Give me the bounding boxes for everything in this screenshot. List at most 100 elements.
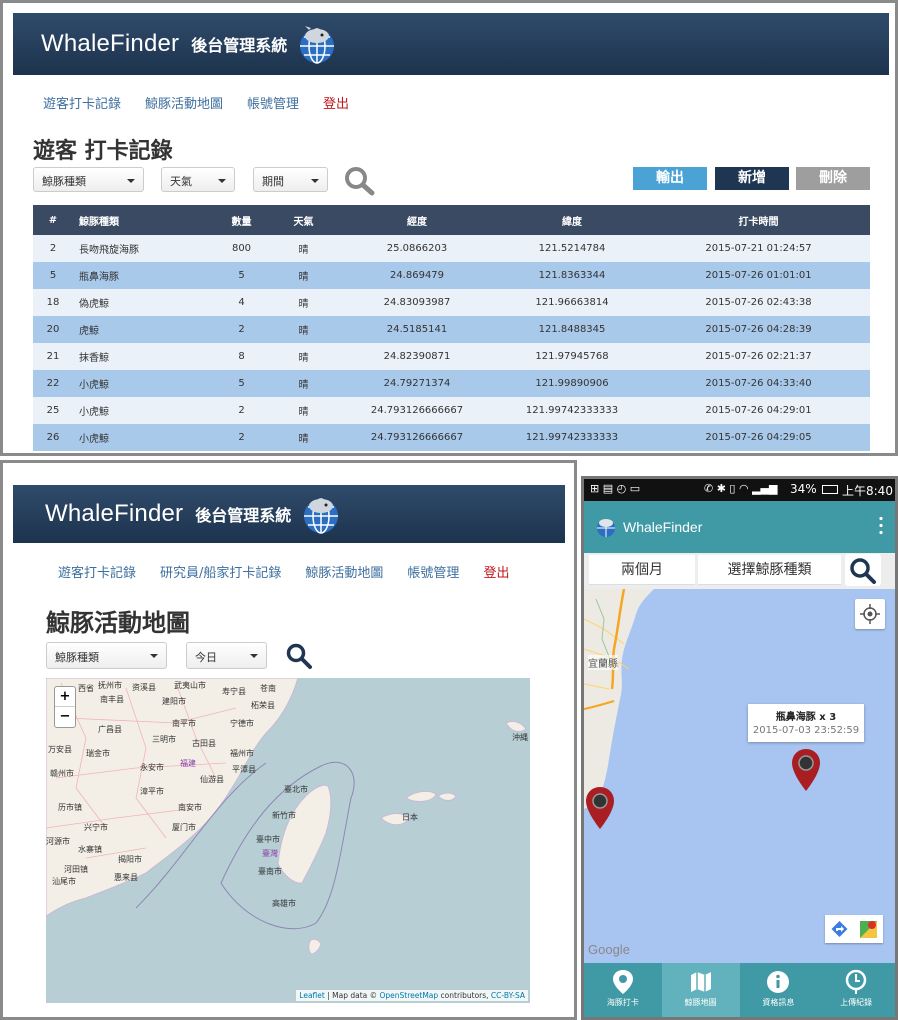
map-place-label: 武夷山市: [174, 681, 206, 690]
add-button[interactable]: 新增: [715, 167, 789, 190]
nav-visitor-checkins[interactable]: 遊客打卡記錄: [58, 562, 136, 581]
nav-account-management[interactable]: 帳號管理: [407, 562, 459, 581]
col-count[interactable]: 數量: [213, 205, 270, 235]
period-select[interactable]: 期間: [253, 167, 328, 192]
table-cell: 小虎鯨: [73, 397, 213, 424]
table-cell: 2: [213, 397, 270, 424]
table-row[interactable]: 2 長吻飛旋海豚 800 晴 25.0866203 121.5214784 2015-07-…: [33, 235, 870, 262]
table-row[interactable]: 22 小虎鯨 5 晴 24.79271374 121.99890906 2015-07-26…: [33, 370, 870, 397]
table-cell: 18: [33, 289, 73, 316]
brand-name[interactable]: WhaleFinder: [41, 30, 179, 58]
google-maps-icon[interactable]: [854, 915, 883, 943]
table-row[interactable]: 21 抹香鯨 8 晴 24.82390871 121.97945768 2015-07-26…: [33, 343, 870, 370]
tab-checkin[interactable]: 海豚打卡: [584, 963, 662, 1017]
nav-researcher-checkins[interactable]: 研究員/船家打卡記錄: [160, 562, 281, 581]
nav-visitor-checkins[interactable]: 遊客打卡記錄: [43, 93, 121, 112]
col-weather[interactable]: 天氣: [270, 205, 337, 235]
license-link[interactable]: CC-BY-SA: [491, 991, 525, 1000]
col-index[interactable]: #: [33, 205, 73, 235]
nav-logout[interactable]: 登出: [483, 562, 509, 581]
map-place-label: 沖縄: [512, 733, 528, 742]
map-place-label: 万安县: [48, 745, 72, 754]
table-cell: 2015-07-26 01:01:01: [647, 262, 870, 289]
table-cell: 24.793126666667: [337, 397, 497, 424]
table-cell: 晴: [270, 262, 337, 289]
directions-icon[interactable]: [825, 915, 854, 943]
search-icon[interactable]: [344, 166, 376, 196]
table-cell: 24.869479: [337, 262, 497, 289]
battery-icon: [822, 485, 838, 494]
table-cell: 5: [213, 370, 270, 397]
map-place-label: 西省: [78, 684, 94, 693]
map-place-label: 永安市: [140, 763, 164, 772]
android-status-bar: ⊞ ▤ ◴ ▭ ✆ ✱ ▯ ◠ ▂▄▆ 34% 上午8:40: [584, 479, 895, 501]
date-select[interactable]: 今日: [186, 642, 267, 669]
leaflet-map[interactable]: 西省 抚州市 资溪县 武夷山市 寿宁县 苍南 南丰县 建阳市 柘荣县 广昌县 南平市 宁德市 三明市 古田…: [46, 678, 530, 1003]
species-select[interactable]: 鯨豚種類: [33, 167, 144, 192]
map-place-label: 三明市: [152, 735, 176, 744]
col-latitude[interactable]: 緯度: [497, 205, 647, 235]
leaflet-link[interactable]: Leaflet: [299, 991, 325, 1000]
table-cell: 24.793126666667: [337, 424, 497, 451]
osm-link[interactable]: OpenStreetMap: [380, 991, 439, 1000]
search-icon[interactable]: [285, 642, 313, 670]
map-place-label: 南丰县: [100, 695, 124, 704]
tab-label: 鯨豚地圖: [684, 998, 717, 1007]
table-cell: 長吻飛旋海豚: [73, 235, 213, 262]
map-place-label: 南安市: [178, 803, 202, 812]
mobile-app-panel: ⊞ ▤ ◴ ▭ ✆ ✱ ▯ ◠ ▂▄▆ 34% 上午8:40 WhaleFind…: [581, 476, 898, 1020]
nav-activity-map[interactable]: 鯨豚活動地圖: [305, 562, 383, 581]
zoom-in-button[interactable]: +: [55, 687, 75, 707]
map-place-label: 河田镇: [64, 865, 88, 874]
table-row[interactable]: 26 小虎鯨 2 晴 24.793126666667 121.99742333333 201…: [33, 424, 870, 451]
map-place-label: 揭阳市: [118, 855, 142, 864]
table-row[interactable]: 18 偽虎鯨 4 晴 24.83093987 121.96663814 2015-07-26…: [33, 289, 870, 316]
overflow-menu-icon[interactable]: [879, 515, 883, 535]
google-map[interactable]: 宜蘭縣 瓶鼻海豚 x 3 2015-07-03 23:52:59 Google: [584, 589, 895, 963]
table-row[interactable]: 20 虎鯨 2 晴 24.5185141 121.8488345 2015-07-26 04…: [33, 316, 870, 343]
nav-activity-map[interactable]: 鯨豚活動地圖: [145, 93, 223, 112]
map-marker-pin[interactable]: [584, 785, 616, 831]
table-cell: 2: [213, 424, 270, 451]
google-logo: Google: [588, 942, 630, 957]
table-header-row: # 鯨豚種類 數量 天氣 經度 緯度 打卡時間: [33, 205, 870, 235]
table-cell: 121.99742333333: [497, 424, 647, 451]
species-filter-button[interactable]: 選擇鯨豚種類: [698, 555, 841, 585]
table-row[interactable]: 5 瓶鼻海豚 5 晴 24.869479 121.8363344 2015-07-26 01…: [33, 262, 870, 289]
tab-map[interactable]: 鯨豚地圖: [661, 963, 740, 1017]
map-place-label: 厦门市: [172, 823, 196, 832]
table-cell: 5: [33, 262, 73, 289]
whale-globe-logo: [300, 26, 335, 64]
map-marker-pin[interactable]: [790, 747, 822, 793]
export-button[interactable]: 輸出: [633, 167, 707, 190]
crosshair-icon: [860, 604, 880, 624]
species-select[interactable]: 鯨豚種類: [46, 642, 167, 669]
weather-select[interactable]: 天氣: [161, 167, 235, 192]
col-species[interactable]: 鯨豚種類: [73, 205, 213, 235]
table-cell: 800: [213, 235, 270, 262]
nav-logout[interactable]: 登出: [323, 93, 349, 112]
search-icon[interactable]: [845, 554, 881, 586]
brand-name[interactable]: WhaleFinder: [45, 500, 183, 528]
table-row[interactable]: 25 小虎鯨 2 晴 24.793126666667 121.99742333333 201…: [33, 397, 870, 424]
table-cell: 2: [213, 316, 270, 343]
table-cell: 2015-07-26 04:33:40: [647, 370, 870, 397]
delete-button[interactable]: 刪除: [796, 167, 870, 190]
map-place-label: 河源市: [46, 837, 70, 846]
map-place-label: 瑞金市: [86, 749, 110, 758]
col-checkin-time[interactable]: 打卡時間: [647, 205, 870, 235]
table-cell: 24.82390871: [337, 343, 497, 370]
table-cell: 121.8488345: [497, 316, 647, 343]
my-location-button[interactable]: [855, 599, 885, 629]
marker-info-window[interactable]: 瓶鼻海豚 x 3 2015-07-03 23:52:59: [748, 704, 864, 742]
period-filter-button[interactable]: 兩個月: [589, 555, 695, 585]
table-cell: 20: [33, 316, 73, 343]
tab-info[interactable]: 資格訊息: [740, 963, 818, 1017]
table-cell: 26: [33, 424, 73, 451]
tab-upload-history[interactable]: 上傳紀錄: [817, 963, 895, 1017]
col-longitude[interactable]: 經度: [337, 205, 497, 235]
map-place-label: 日本: [402, 813, 418, 822]
zoom-out-button[interactable]: −: [55, 707, 75, 727]
admin-map-panel: WhaleFinder 後台管理系統 遊客打卡記錄 研究員/船家打卡記錄 鯨豚活…: [0, 460, 577, 1020]
nav-account-management[interactable]: 帳號管理: [247, 93, 299, 112]
